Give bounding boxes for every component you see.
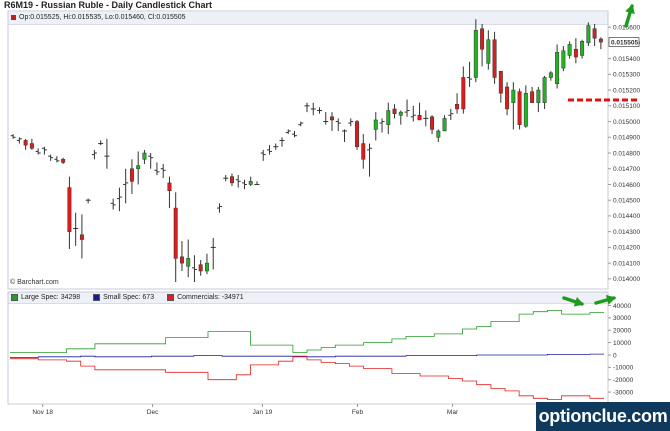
- candle-body: [129, 168, 134, 182]
- last-price-label: 0.015505: [611, 39, 638, 46]
- candle-body: [398, 111, 403, 116]
- x-tick-label: Jan 19: [253, 409, 273, 416]
- candle-body: [373, 119, 378, 130]
- price-tick-label: 0.014100: [613, 260, 640, 267]
- candle-body: [498, 70, 503, 94]
- candle-body: [473, 30, 478, 78]
- price-tick-label: 0.015200: [613, 87, 640, 94]
- candle-body: [492, 39, 497, 78]
- candle-body: [486, 39, 491, 64]
- candle-body: [229, 176, 234, 184]
- candlestick-series: [10, 19, 603, 282]
- x-axis-strip: [8, 405, 608, 419]
- x-tick-label: Nov 18: [32, 409, 53, 416]
- price-tick-label: 0.014900: [613, 135, 640, 142]
- price-tick-label: 0.014700: [613, 166, 640, 173]
- price-tick-label: 0.014800: [613, 150, 640, 157]
- candle-body: [417, 114, 422, 121]
- chart-canvas: 0.0156000.0155000.0154000.0153000.015200…: [7, 4, 640, 419]
- candle-body: [186, 258, 191, 267]
- candle-body: [567, 44, 572, 56]
- price-tick-label: 0.015000: [613, 119, 640, 126]
- candle-body: [142, 152, 147, 160]
- cot-step-lines: [10, 310, 604, 400]
- candle-body: [198, 264, 203, 272]
- candle-body: [386, 110, 391, 125]
- candle-body: [505, 86, 510, 110]
- candle-body: [330, 116, 334, 121]
- candle-body: [517, 91, 522, 125]
- candle-body: [598, 38, 603, 43]
- candle-body: [455, 103, 460, 110]
- candle-body: [442, 118, 447, 132]
- candle-body: [361, 143, 366, 160]
- candle-body: [67, 187, 72, 232]
- candle-body: [542, 77, 547, 103]
- candle-body: [430, 116, 435, 130]
- cot-tick-label: 30000: [613, 315, 631, 322]
- candle-body: [204, 262, 209, 272]
- candle-body: [511, 89, 516, 103]
- candle-body: [555, 52, 560, 85]
- candle-body: [179, 256, 184, 264]
- candle-body: [461, 77, 466, 110]
- candle-body: [29, 143, 34, 149]
- candle-body: [530, 91, 535, 103]
- price-tick-label: 0.015400: [613, 56, 640, 63]
- last-price-marker: 0.015505: [608, 37, 640, 47]
- price-tick-label: 0.014200: [613, 245, 640, 252]
- candle-body: [167, 182, 172, 192]
- candle-body: [23, 140, 28, 146]
- cot-arrow-left-icon: [562, 296, 584, 307]
- x-tick-label: Dec: [147, 409, 159, 416]
- price-tick-label: 0.014000: [613, 276, 640, 283]
- candle-body: [580, 41, 585, 56]
- candle-body: [480, 28, 485, 50]
- price-panel-frame: [7, 10, 609, 290]
- cot-panel-frame: [7, 291, 609, 405]
- candle-body: [573, 48, 578, 58]
- candle-body: [436, 130, 441, 138]
- price-tick-label: 0.014300: [613, 229, 640, 236]
- price-tick-label: 0.014400: [613, 213, 640, 220]
- cot-tick-label: 20000: [613, 328, 631, 335]
- candle-body: [79, 234, 84, 240]
- price-y-axis: 0.0156000.0155000.0154000.0153000.015200…: [608, 24, 640, 283]
- candle-body: [173, 207, 178, 259]
- candle-body: [523, 92, 528, 127]
- candle-body: [392, 108, 397, 114]
- candle-body: [536, 89, 541, 103]
- cot-tick-label: 10000: [613, 340, 631, 347]
- cot-tick-label: -20000: [613, 377, 634, 384]
- cot-tick-label: 0: [613, 352, 617, 359]
- price-tick-label: 0.014600: [613, 182, 640, 189]
- candle-body: [592, 28, 597, 39]
- cot-tick-label: -30000: [613, 389, 634, 396]
- commercials-line: [10, 355, 604, 400]
- watermark-logo: optionclue.com: [536, 402, 670, 431]
- cot-y-axis: 40000 30000 20000 10000 0 -10000 -20000 -30000: [608, 303, 634, 396]
- x-tick-label: Feb: [352, 409, 364, 416]
- price-tick-label: 0.015300: [613, 72, 640, 79]
- price-tick-label: 0.014500: [613, 197, 640, 204]
- candle-body: [136, 165, 141, 169]
- uptrend-arrow-icon: [624, 4, 635, 28]
- price-tick-label: 0.015100: [613, 103, 640, 110]
- cot-tick-label: -10000: [613, 365, 634, 372]
- candle-body: [586, 25, 591, 44]
- x-tick-label: Mar: [447, 409, 459, 416]
- candle-body: [61, 159, 66, 163]
- large-spec-line: [10, 310, 604, 353]
- candle-body: [548, 72, 553, 78]
- candle-body: [248, 181, 253, 185]
- candle-body: [561, 50, 566, 69]
- candle-body: [355, 121, 359, 147]
- cot-tick-label: 40000: [613, 303, 631, 310]
